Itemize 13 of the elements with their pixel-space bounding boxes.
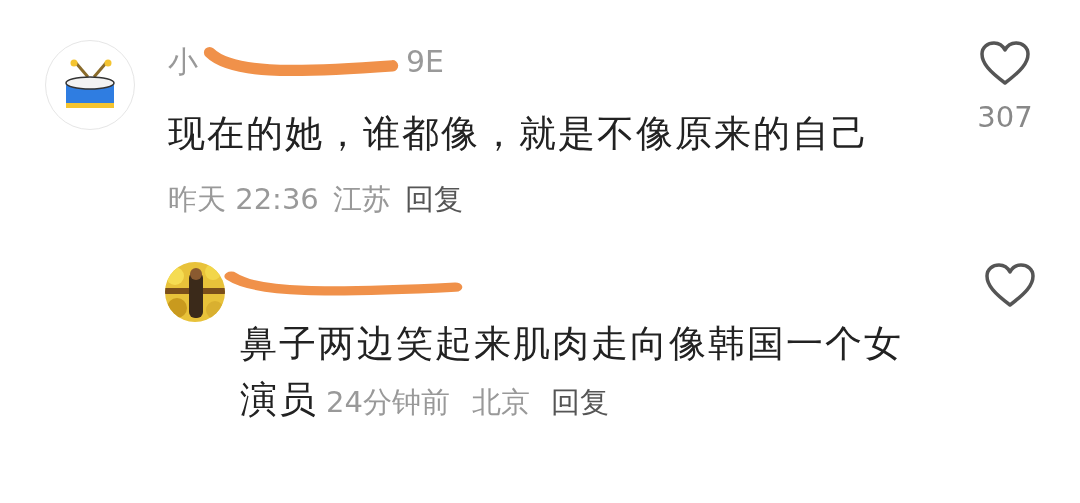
reply-link[interactable]: 回复 [404, 180, 463, 220]
comment-text: 演员 [240, 378, 318, 421]
reply-link[interactable]: 回复 [551, 385, 610, 419]
timestamp: 昨天 22:36 [168, 181, 319, 218]
timestamp: 24分钟前 [326, 385, 450, 419]
location: 北京 [471, 385, 530, 419]
location: 江苏 [332, 181, 391, 218]
comment-text: 现在的她，谁都像，就是不像原来的自己 [168, 111, 871, 157]
like-count: 307 [977, 100, 1033, 134]
comment-text: 鼻子两边笑起来肌肉走向像韩国一个女 [240, 322, 903, 365]
heart-icon[interactable] [979, 40, 1031, 86]
drum-icon [62, 59, 118, 111]
heart-icon[interactable] [984, 262, 1036, 308]
